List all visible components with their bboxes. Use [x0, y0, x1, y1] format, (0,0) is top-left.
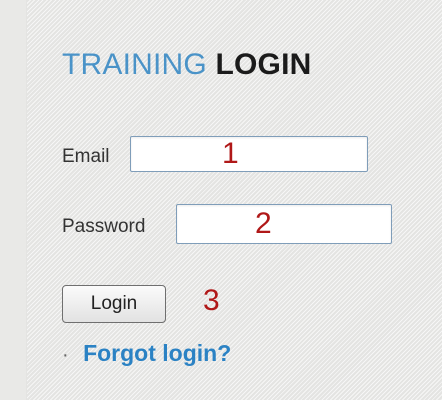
email-label: Email: [62, 146, 110, 167]
training-login-panel: TRAINING LOGIN Email 1 Password 2 Login …: [26, 0, 442, 400]
password-annotation: 2: [255, 207, 272, 240]
bullet-icon: ·: [62, 344, 69, 366]
password-field[interactable]: [176, 204, 392, 244]
title-login: LOGIN: [215, 48, 312, 81]
password-label: Password: [62, 216, 146, 237]
email-annotation: 1: [222, 137, 239, 170]
forgot-login-link[interactable]: Forgot login?: [83, 340, 231, 366]
page-title: TRAINING LOGIN: [62, 47, 311, 83]
login-annotation: 3: [203, 284, 220, 317]
email-field[interactable]: [130, 136, 368, 172]
login-button[interactable]: Login: [62, 285, 166, 323]
forgot-login-row: · Forgot login?: [62, 340, 231, 368]
left-edge: [0, 0, 27, 400]
title-training: TRAINING: [62, 48, 207, 81]
